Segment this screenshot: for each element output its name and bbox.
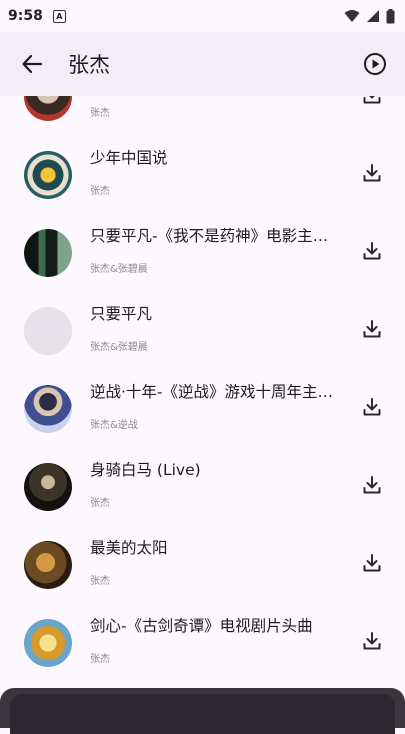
song-title: 只要平凡 (90, 305, 153, 323)
bottom-sheet-panel (10, 694, 395, 734)
download-icon (363, 398, 381, 416)
song-artist: 张杰 (90, 108, 110, 119)
song-row[interactable]: 剑心-《古剑奇谭》电视剧片头曲 张杰 (0, 604, 405, 682)
song-title: 剑心-《古剑奇谭》电视剧片头曲 (90, 617, 313, 635)
wifi-icon (344, 10, 360, 22)
song-row[interactable]: 逆战·十年-《逆战》游戏十周年主题曲 张杰&逆战 (0, 370, 405, 448)
download-icon (363, 242, 381, 260)
song-title: 最美的太阳 (90, 539, 168, 557)
song-title: 只要平凡-《我不是药神》电影主题曲 (90, 227, 335, 245)
download-button[interactable] (359, 160, 385, 186)
download-button[interactable] (359, 628, 385, 654)
album-art-placeholder (24, 307, 72, 355)
download-button[interactable] (359, 472, 385, 498)
song-row[interactable]: 张杰 (0, 96, 405, 136)
song-row[interactable]: 只要平凡-《我不是药神》电影主题曲 张杰&张碧晨 (0, 214, 405, 292)
page-title: 张杰 (68, 53, 110, 77)
song-title: 少年中国说 (90, 149, 168, 167)
download-button[interactable] (359, 550, 385, 576)
status-icons (344, 8, 395, 24)
song-title: 逆战·十年-《逆战》游戏十周年主题曲 (90, 383, 335, 401)
song-artist: 张杰&逆战 (90, 420, 138, 431)
song-artist: 张杰 (90, 186, 110, 197)
song-row[interactable]: 身骑白马 (Live) 张杰 (0, 448, 405, 526)
status-bar: 9:58 A (0, 0, 405, 32)
download-icon (363, 554, 381, 572)
song-artist: 张杰&张碧晨 (90, 342, 148, 353)
download-button[interactable] (359, 238, 385, 264)
app-bar: 张杰 (0, 32, 405, 96)
album-art (24, 541, 72, 589)
song-artist: 张杰 (90, 654, 110, 665)
song-list[interactable]: 张杰 少年中国说 张杰 只要平凡-《我不是药神》电影主题曲 张杰&张碧晨 只要平… (0, 96, 405, 720)
status-time: 9:58 (8, 8, 43, 24)
album-art (24, 229, 72, 277)
album-art (24, 151, 72, 199)
song-title: 身骑白马 (Live) (90, 461, 201, 479)
album-art (24, 619, 72, 667)
download-button[interactable] (359, 316, 385, 342)
download-button[interactable] (359, 96, 385, 108)
back-button[interactable] (4, 36, 60, 92)
notification-icon: A (52, 9, 66, 23)
album-art (24, 96, 72, 121)
album-art (24, 463, 72, 511)
play-all-button[interactable] (351, 40, 399, 88)
song-row[interactable]: 最美的太阳 张杰 (0, 526, 405, 604)
song-artist: 张杰 (90, 498, 110, 509)
arrow-back-icon (22, 54, 43, 74)
download-icon (363, 320, 381, 338)
song-artist: 张杰 (90, 576, 110, 587)
download-icon (363, 632, 381, 650)
play-circle-icon (364, 53, 386, 75)
bottom-sheet[interactable] (0, 688, 405, 734)
album-art (24, 385, 72, 433)
download-icon (363, 164, 381, 182)
song-artist: 张杰&张碧晨 (90, 264, 148, 275)
cellular-signal-icon (367, 10, 379, 22)
download-icon (363, 96, 381, 104)
song-row[interactable]: 少年中国说 张杰 (0, 136, 405, 214)
download-icon (363, 476, 381, 494)
song-row[interactable]: 只要平凡 张杰&张碧晨 (0, 292, 405, 370)
download-button[interactable] (359, 394, 385, 420)
battery-icon (386, 8, 395, 23)
